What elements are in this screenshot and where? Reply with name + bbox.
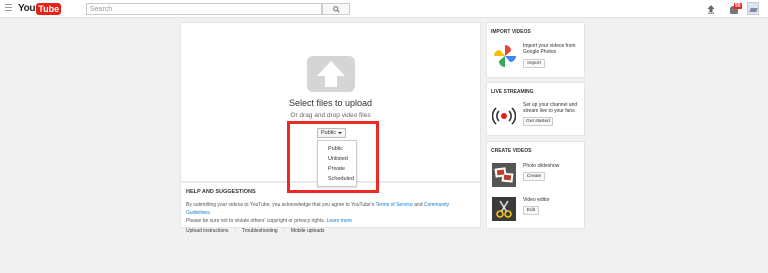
photo-slideshow-icon: [492, 163, 516, 187]
troubleshooting-link[interactable]: Troubleshooting: [242, 228, 278, 234]
import-videos-card: IMPORT VIDEOS Import your videos from Go…: [486, 22, 585, 78]
logo-tube: Tube: [36, 2, 62, 15]
privacy-option-scheduled[interactable]: Scheduled: [318, 174, 356, 184]
import-videos-desc: Import your videos from Google Photos: [523, 43, 576, 55]
privacy-option-private[interactable]: Private: [318, 164, 356, 174]
notification-badge: 99: [734, 3, 742, 9]
drag-drop-text: Or drag and drop video files: [290, 112, 371, 119]
select-files-title[interactable]: Select files to upload: [181, 98, 480, 108]
photo-slideshow-label: Photo slideshow: [523, 163, 560, 169]
create-videos-card: CREATE VIDEOS Photo slideshow Create Vid…: [486, 141, 585, 229]
privacy-dropdown-menu: Public Unlisted Private Scheduled: [317, 140, 357, 187]
live-streaming-desc: Set up your channel and stream live to y…: [523, 102, 578, 114]
mobile-uploads-link[interactable]: Mobile uploads: [291, 228, 325, 234]
link-separator: |: [234, 228, 236, 234]
help-text-and: and: [412, 202, 424, 208]
upload-instructions-link[interactable]: Upload instructions: [186, 228, 229, 234]
create-videos-title: CREATE VIDEOS: [491, 148, 532, 154]
upload-icon[interactable]: [706, 4, 716, 14]
import-button[interactable]: Import: [523, 59, 545, 68]
upload-panel: Select files to upload Or drag and drop …: [180, 22, 481, 187]
logo-you: You: [18, 3, 36, 14]
search-button[interactable]: [322, 3, 350, 15]
create-slideshow-button[interactable]: Create: [523, 172, 545, 181]
edit-video-button[interactable]: Edit: [523, 206, 539, 215]
avatar[interactable]: [747, 2, 759, 15]
live-broadcast-icon: [492, 107, 516, 125]
google-photos-icon: [494, 45, 516, 67]
help-text-line1: By submitting your videos to YouTube, yo…: [186, 202, 376, 208]
help-text-period: .: [209, 210, 212, 216]
search-icon: [332, 5, 340, 13]
search-input[interactable]: Search: [86, 3, 322, 15]
live-streaming-title: LIVE STREAMING: [491, 89, 534, 95]
privacy-dropdown-button[interactable]: Public: [317, 128, 346, 138]
upload-arrow-icon[interactable]: [307, 56, 355, 92]
menu-icon[interactable]: [5, 4, 12, 11]
help-text-line2: Please be sure not to violate others' co…: [186, 218, 327, 224]
terms-of-service-link[interactable]: Terms of Service: [376, 202, 413, 208]
help-title: HELP AND SUGGESTIONS: [186, 189, 256, 195]
link-separator: |: [283, 228, 285, 234]
import-videos-title: IMPORT VIDEOS: [491, 29, 531, 35]
help-links: Upload instructions | Troubleshooting | …: [186, 228, 475, 234]
caret-down-icon: [337, 132, 342, 134]
live-streaming-card: LIVE STREAMING Set up your channel and s…: [486, 82, 585, 136]
privacy-selected-label: Public: [321, 130, 336, 136]
video-editor-icon: [492, 197, 516, 221]
help-section: HELP AND SUGGESTIONS By submitting your …: [180, 182, 481, 234]
help-text: By submitting your videos to YouTube, yo…: [186, 201, 475, 225]
get-started-button[interactable]: Get started: [523, 117, 553, 126]
privacy-option-public[interactable]: Public: [318, 144, 356, 154]
notifications-button[interactable]: 99: [729, 3, 742, 15]
video-editor-label: Video editor: [523, 197, 550, 203]
privacy-option-unlisted[interactable]: Unlisted: [318, 154, 356, 164]
youtube-logo[interactable]: You Tube: [18, 2, 62, 15]
top-bar: You Tube Search 99: [0, 0, 768, 18]
learn-more-link[interactable]: Learn more: [326, 218, 352, 224]
